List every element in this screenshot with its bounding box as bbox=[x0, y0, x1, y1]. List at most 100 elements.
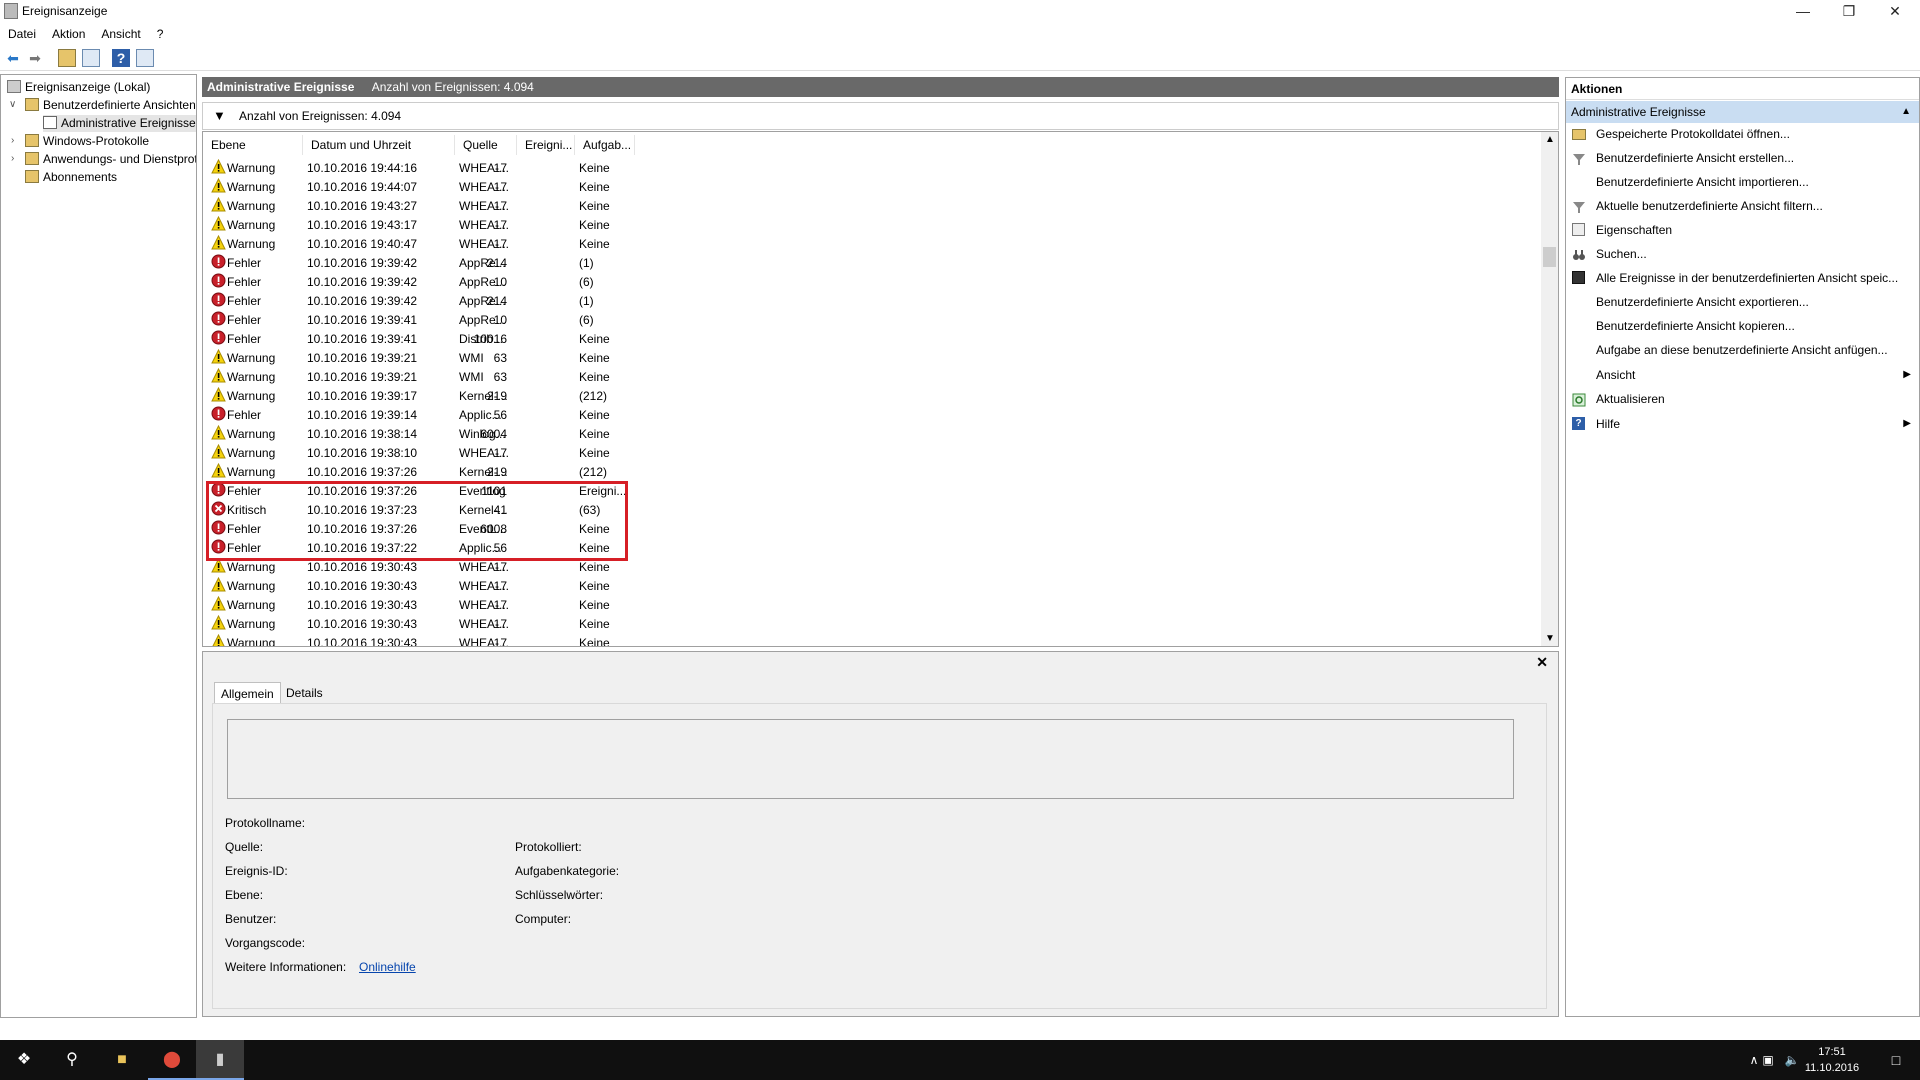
action-item[interactable]: Aufgabe an diese benutzerdefinierte Ansi… bbox=[1566, 339, 1919, 361]
actions-section-header[interactable]: Administrative Ereignisse ▲ bbox=[1566, 101, 1919, 123]
action-item[interactable]: Benutzerdefinierte Ansicht exportieren..… bbox=[1566, 291, 1919, 313]
restore-button[interactable]: ❐ bbox=[1826, 0, 1872, 23]
expand-arrow-icon[interactable]: › bbox=[11, 135, 14, 146]
action-item[interactable]: Alle Ereignisse in der benutzerdefiniert… bbox=[1566, 267, 1919, 289]
col-header-quelle[interactable]: Quelle bbox=[457, 135, 517, 155]
subscriptions-icon bbox=[25, 170, 39, 183]
error-icon bbox=[211, 292, 226, 307]
table-row[interactable]: Warnung 10.10.2016 19:44:07 WHEA-... 17 Kein… bbox=[205, 177, 1535, 197]
tree-node-windows-logs[interactable]: Windows-Protokolle bbox=[25, 133, 149, 150]
view-title: Administrative Ereignisse bbox=[207, 80, 355, 94]
chrome-icon[interactable]: ⬤ bbox=[148, 1040, 196, 1080]
table-row[interactable]: Warnung 10.10.2016 19:37:26 Kernel-... 219(… bbox=[205, 462, 1535, 482]
action-item[interactable]: Benutzerdefinierte Ansicht kopieren... bbox=[1566, 315, 1919, 337]
clock[interactable]: 17:51 11.10.2016 bbox=[1800, 1044, 1864, 1076]
table-row[interactable]: Warnung 10.10.2016 19:30:43 WHEA-... 17 Kein… bbox=[205, 576, 1535, 596]
tab-details[interactable]: Details bbox=[280, 682, 329, 704]
col-header-ebene[interactable]: Ebene bbox=[205, 135, 303, 155]
label-benutzer: Benutzer: bbox=[225, 912, 277, 926]
table-row[interactable]: Fehler 10.10.2016 19:39:14 Applic... 56 Kein… bbox=[205, 406, 1535, 425]
menu-help[interactable]: ? bbox=[149, 24, 172, 41]
actions-pane: Aktionen Administrative Ereignisse ▲ Ges… bbox=[1565, 77, 1920, 1017]
action-item[interactable]: Suchen... bbox=[1566, 243, 1919, 265]
table-row[interactable]: Fehler 10.10.2016 19:39:41 Distrib... 10016… bbox=[205, 330, 1535, 349]
show-hide-action-pane-icon[interactable] bbox=[136, 49, 154, 67]
collapse-arrow-icon[interactable]: ∨ bbox=[9, 99, 16, 110]
help-icon: ? bbox=[1572, 417, 1586, 431]
tree-node-app-logs[interactable]: Anwendungs- und Dienstprotokolle bbox=[25, 151, 196, 168]
filter-bar: ▼ Anzahl von Ereignissen: 4.094 bbox=[202, 102, 1559, 130]
tree-node-custom-views[interactable]: Benutzerdefinierte Ansichten bbox=[25, 97, 196, 114]
action-center-icon[interactable]: □ bbox=[1872, 1040, 1920, 1080]
event-viewer-taskbar-icon[interactable]: ▮ bbox=[196, 1040, 244, 1080]
cell-datum: 10.10.2016 19:39:42 bbox=[307, 275, 418, 289]
warning-icon bbox=[211, 158, 226, 174]
table-row[interactable]: Fehler 10.10.2016 19:39:41 AppRe... 10 (6) bbox=[205, 311, 1535, 330]
action-item[interactable]: Ansicht ▶ bbox=[1566, 364, 1919, 386]
table-row[interactable]: Fehler 10.10.2016 19:39:42 AppRe... 10 (6) bbox=[205, 273, 1535, 292]
table-row[interactable]: Warnung 10.10.2016 19:43:17 WHEA-... 17 Kein… bbox=[205, 215, 1535, 235]
col-header-ereignis-id[interactable]: Ereigni... bbox=[519, 135, 575, 155]
minimize-button[interactable]: — bbox=[1780, 0, 1826, 23]
cell-aufgabe: Keine bbox=[579, 351, 610, 365]
action-item[interactable]: Benutzerdefinierte Ansicht erstellen... bbox=[1566, 147, 1919, 169]
table-row[interactable]: Warnung 10.10.2016 19:38:14 Winlog... 6004 K… bbox=[205, 424, 1535, 444]
cell-ereignis-id: 219 bbox=[486, 389, 507, 403]
event-list-vertical-scrollbar[interactable]: ▲ ▼ bbox=[1541, 132, 1558, 646]
table-row[interactable]: Warnung 10.10.2016 19:38:10 WHEA-... 17 Kein… bbox=[205, 443, 1535, 463]
table-row[interactable]: Warnung 10.10.2016 19:39:21 WMI 63 Keine bbox=[205, 348, 1535, 368]
submenu-arrow-icon: ▶ bbox=[1903, 418, 1911, 429]
action-item[interactable]: ? Hilfe ▶ bbox=[1566, 413, 1919, 435]
tab-allgemein[interactable]: Allgemein bbox=[214, 682, 281, 704]
table-row[interactable]: Warnung 10.10.2016 19:39:17 Kernel-... 219(… bbox=[205, 386, 1535, 406]
table-row[interactable]: Warnung 10.10.2016 19:44:16 WHEA-... 17 Kein… bbox=[205, 158, 1535, 178]
table-row[interactable]: Warnung 10.10.2016 19:40:47 WHEA-... 17 Kein… bbox=[205, 234, 1535, 254]
forward-arrow-icon[interactable]: ➡ bbox=[26, 49, 44, 67]
table-row[interactable]: Warnung 10.10.2016 19:43:27 WHEA-... 17 Kein… bbox=[205, 196, 1535, 216]
table-row[interactable]: Warnung 10.10.2016 19:30:43 WHEA-... 17 Kein… bbox=[205, 614, 1535, 634]
show-hide-tree-icon[interactable] bbox=[82, 49, 100, 67]
table-row[interactable]: Fehler 10.10.2016 19:39:42 AppRe... 214 (1) bbox=[205, 254, 1535, 273]
windows-start-icon[interactable]: ❖ bbox=[0, 1040, 48, 1080]
cell-ebene: Warnung bbox=[227, 237, 276, 251]
menu-datei[interactable]: Datei bbox=[0, 24, 44, 41]
properties-icon bbox=[1572, 223, 1586, 237]
search-icon[interactable]: ⚲ bbox=[48, 1040, 96, 1080]
cell-aufgabe: (1) bbox=[579, 294, 594, 308]
col-header-datum[interactable]: Datum und Uhrzeit bbox=[305, 135, 455, 155]
tree-node-root[interactable]: Ereignisanzeige (Lokal) bbox=[7, 79, 150, 96]
action-item[interactable]: Benutzerdefinierte Ansicht importieren..… bbox=[1566, 171, 1919, 193]
expand-arrow-icon[interactable]: › bbox=[11, 153, 14, 164]
close-detail-icon[interactable]: ✕ bbox=[1536, 654, 1548, 671]
scroll-up-icon[interactable]: ▲ bbox=[1545, 134, 1555, 145]
table-row[interactable]: Fehler 10.10.2016 19:39:42 AppRe... 214 (1) bbox=[205, 292, 1535, 311]
col-header-aufgabe[interactable]: Aufgab... bbox=[577, 135, 635, 155]
table-row[interactable]: Warnung 10.10.2016 19:39:21 WMI 63 Keine bbox=[205, 367, 1535, 387]
help-icon[interactable]: ? bbox=[112, 49, 130, 67]
collapse-section-icon[interactable]: ▲ bbox=[1901, 101, 1911, 123]
filter-icon bbox=[43, 116, 57, 129]
network-icon[interactable]: ▣ bbox=[1756, 1040, 1780, 1080]
binoculars-icon bbox=[1572, 247, 1586, 261]
tree-node-admin-events[interactable]: Administrative Ereignisse bbox=[43, 115, 196, 132]
menu-ansicht[interactable]: Ansicht bbox=[93, 24, 148, 41]
table-row[interactable]: Warnung 10.10.2016 19:30:43 WHEA-... 17 Kein… bbox=[205, 595, 1535, 615]
cell-aufgabe: Keine bbox=[579, 579, 610, 593]
tree-node-subscriptions[interactable]: Abonnements bbox=[25, 169, 117, 186]
menu-aktion[interactable]: Aktion bbox=[44, 24, 93, 41]
action-item[interactable]: Aktuelle benutzerdefinierte Ansicht filt… bbox=[1566, 195, 1919, 217]
scroll-down-icon[interactable]: ▼ bbox=[1545, 633, 1555, 644]
cell-ereignis-id: 17 bbox=[493, 237, 507, 251]
file-explorer-icon[interactable]: ■ bbox=[98, 1040, 146, 1080]
action-item[interactable]: Aktualisieren bbox=[1566, 388, 1919, 410]
up-folder-icon[interactable] bbox=[58, 49, 76, 67]
action-item[interactable]: Gespeicherte Protokolldatei öffnen... bbox=[1566, 123, 1919, 145]
close-button[interactable]: ✕ bbox=[1872, 0, 1918, 23]
scroll-thumb[interactable] bbox=[1543, 247, 1556, 267]
back-arrow-icon[interactable]: ⬅ bbox=[4, 49, 22, 67]
onlinehilfe-link[interactable]: Onlinehilfe bbox=[359, 960, 416, 974]
cell-ebene: Fehler bbox=[227, 275, 262, 289]
action-item[interactable]: Eigenschaften bbox=[1566, 219, 1919, 241]
table-row[interactable]: Warnung 10.10.2016 19:30:43 WHEA-... 17 Kein… bbox=[205, 633, 1535, 647]
cell-datum: 10.10.2016 19:30:43 bbox=[307, 636, 418, 647]
